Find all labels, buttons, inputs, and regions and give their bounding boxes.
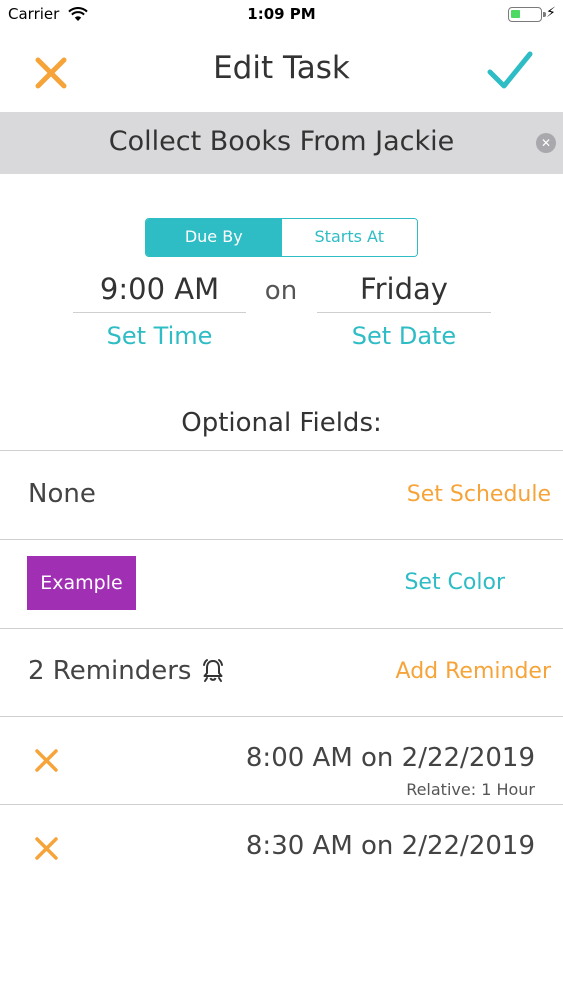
status-time: 1:09 PM — [247, 5, 316, 23]
reminder-datetime: 8:30 AM on 2/22/2019 — [245, 831, 535, 861]
edit-task-screen: Carrier 1:09 PM ⚡ Edit Task Collect Book… — [0, 0, 563, 1000]
color-row: Example Set Color — [0, 539, 563, 628]
set-date-button[interactable]: Set Date — [317, 322, 491, 350]
reminder-item: 8:00 AM on 2/22/2019 Relative: 1 Hour — [0, 716, 563, 804]
segment-due-by[interactable]: Due By — [146, 219, 282, 256]
schedule-row: None Set Schedule — [0, 450, 563, 539]
add-reminder-button[interactable]: Add Reminder — [396, 659, 551, 684]
task-name-field[interactable]: Collect Books From Jackie ✕ — [0, 112, 563, 174]
status-bar: Carrier 1:09 PM ⚡ — [0, 0, 563, 30]
battery-level — [511, 10, 520, 18]
due-start-segmented-control: Due By Starts At — [145, 218, 418, 257]
set-schedule-button[interactable]: Set Schedule — [407, 482, 551, 507]
reminders-count: 2 Reminders — [28, 656, 192, 686]
set-time-button[interactable]: Set Time — [73, 322, 246, 350]
reminders-row: 2 Reminders Add Reminder — [0, 628, 563, 716]
reminder-item: 8:30 AM on 2/22/2019 — [0, 804, 563, 892]
schedule-value: None — [28, 479, 96, 509]
time-value: 9:00 AM — [73, 272, 246, 313]
on-label: on — [264, 276, 298, 306]
checkmark-icon[interactable] — [484, 48, 536, 92]
page-title: Edit Task — [213, 50, 350, 86]
alarm-bell-icon — [203, 659, 223, 682]
set-color-button[interactable]: Set Color — [404, 570, 505, 595]
battery-icon — [508, 7, 546, 22]
date-value: Friday — [317, 272, 491, 313]
delete-reminder-icon[interactable] — [33, 835, 60, 862]
reminder-relative: Relative: 1 Hour — [406, 780, 535, 799]
reminder-datetime: 8:00 AM on 2/22/2019 — [245, 743, 535, 773]
delete-reminder-icon[interactable] — [33, 747, 60, 774]
segment-starts-at[interactable]: Starts At — [281, 219, 417, 256]
nav-bar: Edit Task — [0, 30, 563, 112]
charging-icon: ⚡ — [546, 5, 556, 21]
optional-fields-heading: Optional Fields: — [181, 408, 382, 438]
task-name-text: Collect Books From Jackie — [108, 126, 455, 157]
color-example-chip: Example — [27, 556, 136, 610]
clear-text-icon[interactable]: ✕ — [536, 133, 556, 153]
